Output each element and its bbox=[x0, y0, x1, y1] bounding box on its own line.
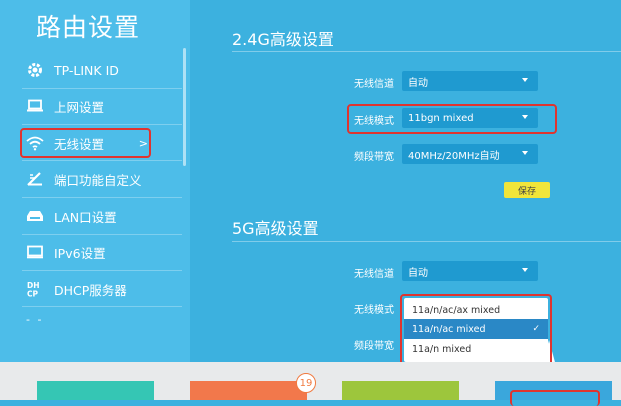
highlight-box bbox=[400, 294, 552, 364]
sidebar-item-internet[interactable]: 上网设置 bbox=[0, 91, 180, 121]
sidebar-item-label: 端口功能自定义 bbox=[54, 172, 142, 188]
highlight-box bbox=[347, 104, 557, 134]
highlight-box bbox=[510, 390, 600, 406]
caret-down-icon bbox=[522, 268, 528, 272]
sidebar-item-label: IPv6设置 bbox=[54, 245, 106, 261]
ports-icon bbox=[24, 168, 46, 190]
sidebar-item-label: LAN口设置 bbox=[54, 209, 117, 225]
caret-down-icon bbox=[522, 78, 528, 82]
channel-label-5g: 无线信道 bbox=[354, 269, 394, 280]
sidebar-scrollbar[interactable] bbox=[183, 48, 186, 166]
sidebar-title: 路由设置 bbox=[36, 13, 141, 42]
svg-text:CP: CP bbox=[27, 290, 39, 299]
sidebar-item-label: DHCP服务器 bbox=[54, 282, 127, 298]
monitor-icon bbox=[24, 241, 46, 263]
sidebar-item-port-custom[interactable]: 端口功能自定义 bbox=[0, 164, 180, 194]
dhcp-icon: DH CP bbox=[24, 278, 46, 300]
save-button[interactable]: 保存 bbox=[504, 182, 550, 198]
bandwidth-label-2g: 频段带宽 bbox=[354, 152, 394, 163]
more-indicator: - - bbox=[26, 313, 44, 326]
divider bbox=[232, 51, 621, 52]
sidebar-item-label: 上网设置 bbox=[54, 99, 105, 115]
gear-icon bbox=[24, 59, 46, 81]
sidebar-item-dhcp[interactable]: DH CP DHCP服务器 bbox=[0, 274, 180, 304]
bandwidth-select-2g[interactable]: 40MHz/20MHz自动 bbox=[402, 144, 538, 164]
mode-label-5g: 无线模式 bbox=[354, 305, 394, 316]
bandwidth-value: 40MHz/20MHz自动 bbox=[408, 150, 500, 162]
bandwidth-label-5g: 频段带宽 bbox=[354, 341, 394, 352]
divider bbox=[22, 197, 182, 198]
sidebar-item-lan[interactable]: LAN口设置 bbox=[0, 201, 180, 231]
channel-label-2g: 无线信道 bbox=[354, 79, 394, 90]
divider bbox=[22, 270, 182, 271]
divider bbox=[22, 234, 182, 235]
sidebar-item-tplink-id[interactable]: TP-LINK ID bbox=[0, 55, 180, 85]
channel-select-2g[interactable]: 自动 bbox=[402, 71, 538, 91]
lan-icon bbox=[24, 205, 46, 227]
caret-down-icon bbox=[522, 151, 528, 155]
section-title-5g: 5G高级设置 bbox=[232, 219, 319, 238]
divider bbox=[232, 241, 621, 242]
laptop-icon bbox=[24, 95, 46, 117]
divider bbox=[22, 306, 182, 307]
highlight-box bbox=[20, 128, 151, 158]
main-panel: 2.4G高级设置 无线信道 自动 无线模式 11bgn mixed 频段带宽 4… bbox=[190, 0, 621, 366]
channel-value: 自动 bbox=[408, 267, 428, 279]
section-title-2g: 2.4G高级设置 bbox=[232, 30, 334, 49]
channel-value: 自动 bbox=[408, 77, 428, 89]
sidebar-item-label: TP-LINK ID bbox=[54, 62, 119, 78]
channel-select-5g[interactable]: 自动 bbox=[402, 261, 538, 281]
sidebar: 路由设置 TP-LINK ID 上网设置 无线设置 > 端口功能自定义 LAN口… bbox=[0, 0, 190, 362]
notification-badge: 19 bbox=[296, 373, 316, 393]
divider bbox=[22, 124, 182, 125]
tile-teal[interactable] bbox=[37, 381, 154, 400]
divider bbox=[22, 160, 182, 161]
sidebar-item-ipv6[interactable]: IPv6设置 bbox=[0, 237, 180, 267]
tile-orange[interactable] bbox=[190, 381, 307, 400]
divider bbox=[22, 88, 182, 89]
tile-green[interactable] bbox=[342, 381, 459, 400]
